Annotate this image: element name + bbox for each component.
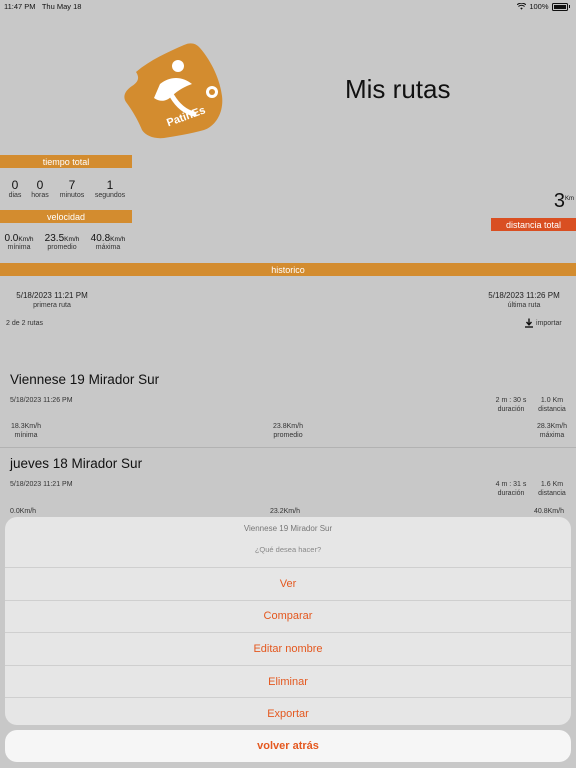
action-exportar-button[interactable]: Exportar bbox=[5, 697, 571, 725]
tiempo-minutos: 7 minutos bbox=[59, 178, 85, 199]
status-bar: 11:47 PM Thu May 18 100% bbox=[0, 0, 576, 14]
route-count: 2 de 2 rutas bbox=[6, 320, 43, 327]
status-time: 11:47 PM Thu May 18 bbox=[4, 2, 82, 11]
download-icon bbox=[525, 318, 533, 328]
route-distance: 1.0 Km distancia bbox=[538, 397, 566, 413]
distancia-total-value: 3Km bbox=[553, 190, 574, 212]
velocidad-minima: 0.0Km/h mínima bbox=[4, 233, 34, 251]
battery-percent: 100% bbox=[529, 2, 549, 11]
route-name: Viennese 19 Mirador Sur bbox=[10, 372, 160, 387]
route-duration: 2 m : 30 s duración bbox=[495, 397, 527, 413]
status-right: 100% bbox=[517, 2, 570, 11]
tiempo-horas: 0 horas bbox=[31, 178, 49, 199]
velocidad-maxima: 40.8Km/h máxima bbox=[90, 233, 126, 251]
import-button[interactable]: importar bbox=[524, 318, 562, 328]
action-ver-button[interactable]: Ver bbox=[5, 567, 571, 600]
historico-label: historico bbox=[271, 264, 305, 275]
import-label: importar bbox=[536, 319, 562, 327]
route-min-speed: 18.3Km/h mínima bbox=[11, 423, 41, 439]
action-sheet-title: Viennese 19 Mirador Sur bbox=[243, 524, 333, 533]
distancia-total-label: distancia total bbox=[505, 219, 562, 230]
action-sheet: Viennese 19 Mirador Sur ¿Qué desea hacer… bbox=[5, 517, 571, 725]
action-comparar-button[interactable]: Comparar bbox=[5, 599, 571, 633]
tiempo-dias: 0 dias bbox=[8, 178, 22, 199]
route-avg-speed: 23.8Km/h promedio bbox=[273, 423, 303, 439]
velocidad-bar: velocidad bbox=[0, 210, 132, 223]
route-item[interactable]: Viennese 19 Mirador Sur 5/18/2023 11:26 … bbox=[0, 360, 576, 448]
distancia-total-bar: distancia total bbox=[491, 218, 576, 231]
route-max-speed: 28.3Km/h máxima bbox=[537, 423, 567, 439]
historico-bar: historico bbox=[0, 263, 576, 276]
route-min-speed: 0.0Km/h bbox=[10, 508, 37, 515]
battery-icon bbox=[551, 2, 568, 11]
action-eliminar-button[interactable]: Eliminar bbox=[5, 664, 571, 698]
velocidad-promedio: 23.5Km/h promedio bbox=[44, 233, 80, 251]
wifi-icon bbox=[517, 3, 527, 10]
action-sheet-message: ¿Qué desea hacer? bbox=[254, 545, 322, 554]
route-max-speed: 40.8Km/h bbox=[534, 508, 564, 515]
primera-ruta: 5/18/2023 11:21 PM primera ruta bbox=[16, 291, 88, 309]
route-name: jueves 18 Mirador Sur bbox=[10, 456, 143, 471]
route-date: 5/18/2023 11:26 PM bbox=[10, 397, 73, 404]
action-editar-nombre-button[interactable]: Editar nombre bbox=[5, 632, 571, 665]
page-title: Mis rutas bbox=[345, 74, 451, 104]
route-item[interactable]: jueves 18 Mirador Sur 5/18/2023 11:21 PM… bbox=[0, 448, 576, 518]
tiempo-total-bar: tiempo total bbox=[0, 155, 132, 168]
volver-atras-button[interactable]: volver atrás bbox=[5, 730, 571, 762]
tiempo-segundos: 1 segundos bbox=[94, 178, 126, 199]
ultima-ruta: 5/18/2023 11:26 PM última ruta bbox=[488, 291, 560, 309]
patines-logo: PatinEs bbox=[124, 43, 223, 139]
velocidad-label: velocidad bbox=[46, 211, 86, 222]
action-sheet-header: Viennese 19 Mirador Sur ¿Qué desea hacer… bbox=[5, 517, 571, 567]
route-duration: 4 m : 31 s duración bbox=[495, 481, 527, 497]
tiempo-total-label: tiempo total bbox=[42, 156, 90, 167]
route-date: 5/18/2023 11:21 PM bbox=[10, 481, 73, 488]
route-distance: 1.6 Km distancia bbox=[538, 481, 566, 497]
route-avg-speed: 23.2Km/h bbox=[270, 508, 300, 515]
